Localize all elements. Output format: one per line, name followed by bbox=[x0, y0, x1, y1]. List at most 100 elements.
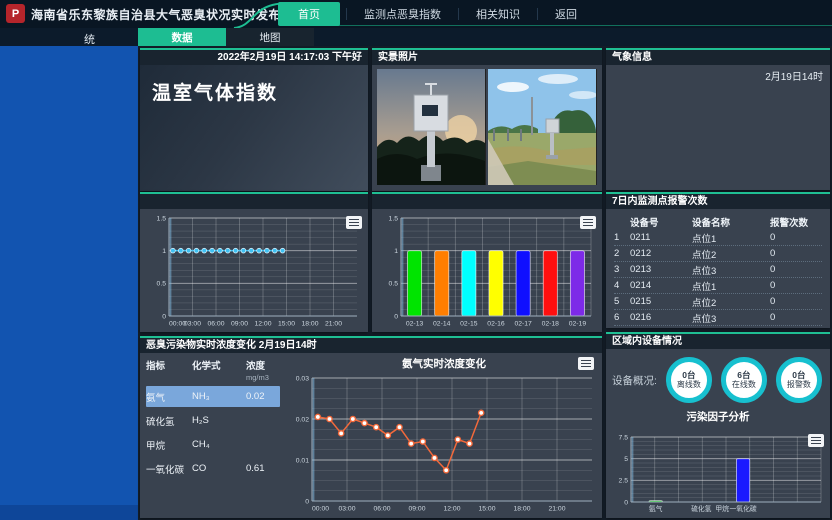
svg-text:02-13: 02-13 bbox=[406, 321, 424, 328]
svg-text:1.5: 1.5 bbox=[157, 215, 167, 222]
svg-text:1: 1 bbox=[394, 248, 398, 255]
chart-menu-icon[interactable] bbox=[578, 357, 594, 370]
panel-photos: 实景照片 bbox=[372, 48, 602, 191]
weather-timestamp: 2月19日14时 bbox=[606, 65, 830, 86]
app-title-wrap: 统 bbox=[84, 31, 95, 47]
chart-menu-icon[interactable] bbox=[808, 434, 824, 447]
panel-alarms: 7日内监测点报警次数 设备号设备名称报警次数10211点位1020212点位20… bbox=[606, 192, 830, 328]
alarm-table-header: 设备号设备名称报警次数 bbox=[614, 214, 822, 230]
menu-item-3[interactable]: 返回 bbox=[538, 2, 594, 26]
device-stat-circle-0: 0台离线数 bbox=[666, 357, 712, 403]
svg-text:2.5: 2.5 bbox=[619, 478, 629, 485]
device-overview-label: 设备概况: bbox=[612, 373, 657, 388]
panel-gas-index-chart: 00.511.500:0003:0006:0009:0012:0015:0018… bbox=[140, 192, 368, 332]
page-headline: 温室气体指数 bbox=[140, 65, 368, 118]
svg-text:5: 5 bbox=[624, 456, 628, 463]
svg-text:0.03: 0.03 bbox=[296, 375, 309, 382]
tab-data[interactable]: 数据 bbox=[138, 28, 226, 46]
svg-text:12:00: 12:00 bbox=[254, 321, 271, 328]
svg-text:0: 0 bbox=[162, 313, 166, 320]
nh3-chart-title: 氨气实时浓度变化 bbox=[286, 353, 602, 371]
panel-greeting: 2022年2月19日 14:17:03 下午好 温室气体指数 bbox=[140, 48, 368, 191]
sub-bar bbox=[0, 28, 832, 46]
pollutant-row[interactable]: 氨气NH₃0.02 bbox=[146, 386, 280, 407]
weather-panel-title: 气象信息 bbox=[606, 50, 830, 65]
pollutant-table: 指标化学式浓度mg/m3 氨气NH₃0.02 硫化氢H₂S 甲烷CH₄ 一氧化碳CO0.… bbox=[140, 353, 286, 516]
pollutant-row[interactable]: 一氧化碳CO0.61 bbox=[146, 458, 280, 479]
daily-bar-chart-title bbox=[372, 194, 602, 209]
svg-text:02-15: 02-15 bbox=[460, 321, 478, 328]
pollutant-row[interactable]: 甲烷CH₄ bbox=[146, 434, 280, 455]
pollutant-row[interactable]: 硫化氢H₂S bbox=[146, 410, 280, 431]
datetime-text: 2022年2月19日 14:17:03 下午好 bbox=[140, 50, 368, 65]
pollution-factor-bar-chart: 02.557.5氨气硫化氢甲烷一氧化碳 bbox=[609, 432, 827, 514]
svg-text:一氧化碳: 一氧化碳 bbox=[730, 504, 757, 513]
svg-text:0.5: 0.5 bbox=[389, 281, 399, 288]
menu-item-1[interactable]: 监测点恶臭指数 bbox=[347, 2, 458, 26]
svg-text:06:00: 06:00 bbox=[373, 506, 390, 513]
pollutants-panel-title: 恶臭污染物实时浓度变化 2月19日14时 bbox=[140, 338, 602, 353]
site-photo-field bbox=[488, 69, 597, 185]
daily-index-bar-chart: 0 0.5 1 1.5 02-13 02-14 02-15 02-16 02-17 02-18 02… bbox=[375, 211, 599, 329]
svg-text:03:00: 03:00 bbox=[184, 321, 201, 328]
panel-daily-bar-chart: 0 0.5 1 1.5 02-13 02-14 02-15 02-16 02-17 02-18 02… bbox=[372, 192, 602, 332]
alarm-table-row[interactable]: 10211点位10 bbox=[614, 230, 822, 246]
svg-text:02-17: 02-17 bbox=[514, 321, 532, 328]
svg-text:09:00: 09:00 bbox=[408, 506, 425, 513]
svg-text:0: 0 bbox=[394, 313, 398, 320]
svg-text:7.5: 7.5 bbox=[619, 434, 629, 441]
photos-panel-title: 实景照片 bbox=[372, 50, 602, 65]
panel-devices: 区域内设备情况 设备概况: 0台离线数6台在线数0台报警数 污染因子分析 0 2.… bbox=[606, 332, 830, 518]
panel-pollutants: 恶臭污染物实时浓度变化 2月19日14时 指标化学式浓度mg/m3 氨气NH₃0.… bbox=[140, 336, 602, 518]
svg-text:甲烷: 甲烷 bbox=[715, 504, 729, 513]
main-menu: 首页监测点恶臭指数相关知识返回 bbox=[278, 0, 594, 28]
device-stat-circle-1: 6台在线数 bbox=[721, 357, 767, 403]
svg-text:06:00: 06:00 bbox=[207, 321, 224, 328]
tab-map[interactable]: 地图 bbox=[226, 28, 314, 46]
svg-text:0.02: 0.02 bbox=[296, 416, 309, 423]
nh3-line-chart: 00.010.020.0300:0003:0006:0009:0012:0015… bbox=[286, 371, 600, 514]
svg-text:09:00: 09:00 bbox=[231, 321, 248, 328]
alarm-table-row[interactable]: 20212点位20 bbox=[614, 246, 822, 262]
alarm-table: 设备号设备名称报警次数10211点位1020212点位2030213点位3040… bbox=[614, 214, 822, 326]
pollutant-table-header: 指标化学式浓度mg/m3 bbox=[146, 358, 280, 383]
menu-item-0[interactable]: 首页 bbox=[278, 2, 340, 26]
svg-text:02-18: 02-18 bbox=[542, 321, 560, 328]
chart-menu-icon[interactable] bbox=[346, 216, 362, 229]
svg-text:02-14: 02-14 bbox=[433, 321, 451, 328]
alarm-table-row[interactable]: 50215点位20 bbox=[614, 294, 822, 310]
alarm-table-row[interactable]: 30213点位30 bbox=[614, 262, 822, 278]
panel-weather: 气象信息 2月19日14时 bbox=[606, 48, 830, 190]
svg-text:1.5: 1.5 bbox=[389, 215, 399, 222]
svg-text:21:00: 21:00 bbox=[325, 321, 342, 328]
svg-text:18:00: 18:00 bbox=[513, 506, 530, 513]
device-stat-circle-2: 0台报警数 bbox=[776, 357, 822, 403]
chart-menu-icon[interactable] bbox=[580, 216, 596, 229]
svg-text:02-19: 02-19 bbox=[569, 321, 587, 328]
svg-text:18:00: 18:00 bbox=[301, 321, 318, 328]
svg-text:1: 1 bbox=[162, 248, 166, 255]
alarm-table-row[interactable]: 40214点位10 bbox=[614, 278, 822, 294]
svg-text:0.5: 0.5 bbox=[157, 281, 167, 288]
svg-text:12:00: 12:00 bbox=[443, 506, 460, 513]
svg-text:15:00: 15:00 bbox=[278, 321, 295, 328]
svg-text:21:00: 21:00 bbox=[548, 506, 565, 513]
svg-text:0.01: 0.01 bbox=[296, 457, 309, 464]
device-overview: 设备概况: 0台离线数6台在线数0台报警数 bbox=[606, 349, 830, 407]
alarms-panel-title: 7日内监测点报警次数 bbox=[606, 194, 830, 209]
menu-item-2[interactable]: 相关知识 bbox=[459, 2, 537, 26]
svg-text:02-16: 02-16 bbox=[487, 321, 505, 328]
svg-text:0: 0 bbox=[305, 498, 309, 505]
app-logo-icon: P bbox=[6, 4, 25, 23]
svg-text:00:00: 00:00 bbox=[312, 506, 329, 513]
svg-text:0: 0 bbox=[624, 499, 628, 506]
sidebar bbox=[0, 46, 138, 520]
gas-index-chart-title bbox=[140, 194, 368, 209]
factor-analysis-title: 污染因子分析 bbox=[606, 409, 830, 424]
devices-panel-title: 区域内设备情况 bbox=[606, 334, 830, 349]
svg-text:氨气: 氨气 bbox=[649, 504, 663, 513]
gas-index-line-chart: 00.511.500:0003:0006:0009:0012:0015:0018… bbox=[143, 211, 365, 329]
sidebar-bottom-strip bbox=[0, 505, 138, 520]
alarm-table-row[interactable]: 60216点位30 bbox=[614, 310, 822, 326]
svg-text:03:00: 03:00 bbox=[338, 506, 355, 513]
